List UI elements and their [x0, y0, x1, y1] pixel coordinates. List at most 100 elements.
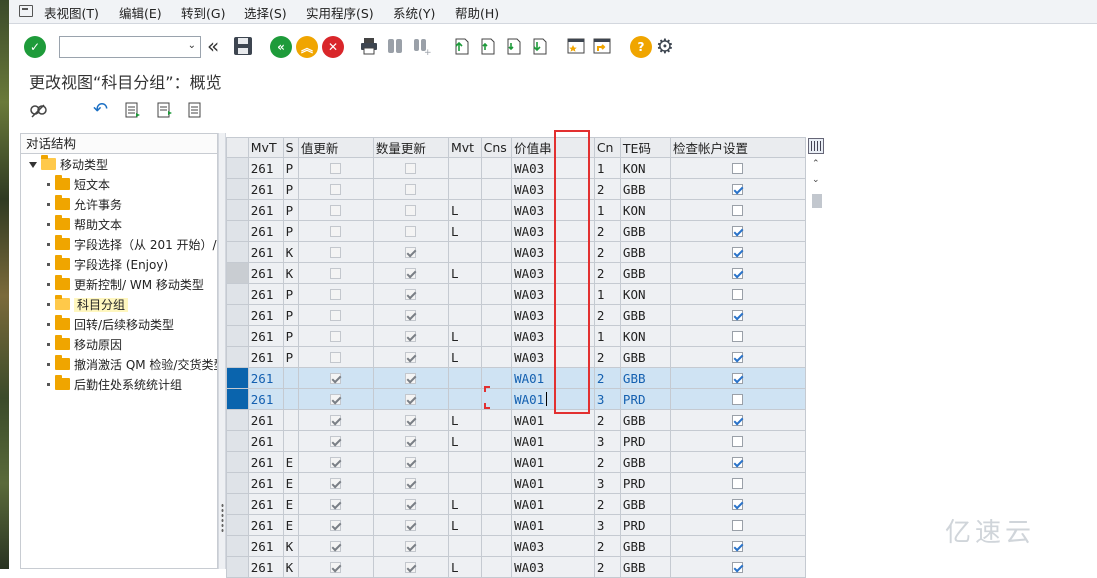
tree-item-reversal-followup[interactable]: 回转/后续移动类型 [47, 315, 174, 335]
row-selector[interactable] [226, 304, 249, 326]
row-selector[interactable] [226, 556, 249, 578]
shortcut-icon[interactable] [592, 36, 614, 58]
row-selector[interactable] [226, 430, 249, 452]
cell-counter[interactable]: 1 [593, 325, 621, 347]
col-header-value-string[interactable]: 价值串 [511, 137, 595, 158]
cell-value-string[interactable]: WA01 [511, 388, 595, 410]
menu-system[interactable]: 系统(Y) [393, 3, 435, 22]
tree-node-movement-types[interactable]: 移动类型 [29, 155, 108, 175]
col-header-counter[interactable]: Cn [593, 137, 621, 158]
cell-value-string[interactable]: WA01 [511, 472, 595, 494]
next-page-icon[interactable] [503, 36, 525, 58]
cell-value-string[interactable]: WA03 [511, 304, 595, 326]
row-selector[interactable] [226, 346, 249, 368]
col-header-value-update[interactable]: 值更新 [297, 137, 374, 158]
cell-value-string[interactable]: WA03 [511, 157, 595, 179]
cell-te-code[interactable]: PRD [619, 472, 671, 494]
cell-te-code[interactable]: PRD [619, 514, 671, 536]
cell-counter[interactable]: 2 [593, 409, 621, 431]
row-selector[interactable] [226, 262, 249, 284]
cell-value-string[interactable]: WA03 [511, 220, 595, 242]
menu-utilities[interactable]: 实用程序(S) [306, 3, 374, 22]
expand-arrow-icon[interactable] [29, 162, 37, 168]
cell-te-code[interactable]: KON [619, 199, 671, 221]
row-selector[interactable] [226, 388, 249, 410]
find-icon[interactable] [385, 36, 407, 58]
cell-counter[interactable]: 3 [593, 388, 621, 410]
menu-help[interactable]: 帮助(H) [455, 3, 499, 22]
cell-counter[interactable]: 2 [593, 220, 621, 242]
cell-counter[interactable]: 2 [593, 367, 621, 389]
cell-value-string[interactable]: WA01 [511, 367, 595, 389]
tree-item-lis-statistics-group[interactable]: 后勤住处系统统计组 [47, 375, 182, 395]
cell-value-string[interactable]: WA01 [511, 514, 595, 536]
table-row[interactable]: 261 P L WA03 2 GBB [226, 220, 807, 242]
table-row[interactable]: 261 WA01 3 PRD [226, 388, 807, 410]
cell-value-string[interactable]: WA03 [511, 241, 595, 263]
row-selector[interactable] [226, 409, 249, 431]
tree-item-short-text[interactable]: 短文本 [47, 175, 110, 195]
cell-value-string[interactable]: WA01 [511, 493, 595, 515]
scroll-thumb[interactable] [812, 194, 822, 208]
row-selector[interactable] [226, 514, 249, 536]
create-session-icon[interactable] [566, 36, 588, 58]
cell-counter[interactable]: 2 [593, 346, 621, 368]
table-row[interactable]: 261 E L WA01 2 GBB [226, 493, 807, 515]
checkbox[interactable] [732, 183, 744, 195]
table-row[interactable]: 261 K WA03 2 GBB [226, 241, 807, 263]
row-selector[interactable] [226, 199, 249, 221]
table-row[interactable]: 261 L WA01 3 PRD [226, 430, 807, 452]
last-page-icon[interactable] [529, 36, 551, 58]
select-all-cell[interactable] [226, 137, 249, 158]
table-row[interactable]: 261 E WA01 3 PRD [226, 472, 807, 494]
cell-te-code[interactable]: GBB [619, 178, 671, 200]
select-block-icon[interactable] [156, 101, 174, 119]
cell-te-code[interactable]: GBB [619, 262, 671, 284]
cell-counter[interactable]: 2 [593, 451, 621, 473]
row-selector[interactable] [226, 241, 249, 263]
row-selector[interactable] [226, 325, 249, 347]
table-row[interactable]: 261 P L WA03 1 KON [226, 199, 807, 221]
cell-value-string[interactable]: WA03 [511, 535, 595, 557]
col-header-mvt[interactable]: MvT [247, 137, 284, 158]
tree-item-update-control-wm[interactable]: 更新控制/ WM 移动类型 [47, 275, 204, 295]
tree-item-reason-for-movement[interactable]: 移动原因 [47, 335, 122, 355]
select-all-icon[interactable] [124, 101, 142, 119]
scroll-down-icon[interactable]: ⌄ [812, 175, 820, 185]
previous-page-icon[interactable] [477, 36, 499, 58]
chevron-down-icon[interactable]: ⌄ [188, 40, 196, 51]
checkbox[interactable] [732, 372, 744, 384]
col-header-qty-update[interactable]: 数量更新 [372, 137, 450, 158]
table-row[interactable]: 261 P WA03 1 KON [226, 283, 807, 305]
row-selector[interactable] [226, 178, 249, 200]
table-row[interactable]: 261 P WA03 1 KON [226, 157, 807, 179]
table-row[interactable]: 261 E L WA01 3 PRD [226, 514, 807, 536]
exit-icon[interactable]: ︽ [296, 36, 318, 58]
table-row[interactable]: 261 K L WA03 2 GBB [226, 556, 807, 578]
cell-value-string[interactable]: WA03 [511, 556, 595, 578]
table-row[interactable]: 261 P WA03 2 GBB [226, 304, 807, 326]
checkbox[interactable] [732, 288, 744, 300]
cell-counter[interactable]: 2 [593, 535, 621, 557]
help-icon[interactable]: ? [630, 36, 652, 58]
cancel-icon[interactable]: ✕ [322, 36, 344, 58]
cell-counter[interactable]: 2 [593, 304, 621, 326]
col-header-te-code[interactable]: TE码 [619, 137, 671, 158]
tree-item-field-selection-enjoy[interactable]: 字段选择 (Enjoy) [47, 255, 168, 275]
checkbox[interactable] [732, 519, 744, 531]
table-row[interactable]: 261 K L WA03 2 GBB [226, 262, 807, 284]
cell-te-code[interactable]: GBB [619, 556, 671, 578]
row-selector[interactable] [226, 283, 249, 305]
row-selector[interactable] [226, 451, 249, 473]
cell-te-code[interactable]: KON [619, 283, 671, 305]
checkbox[interactable] [732, 246, 744, 258]
checkbox[interactable] [732, 267, 744, 279]
checkbox[interactable] [732, 204, 744, 216]
checkbox[interactable] [732, 162, 744, 174]
tree-item-account-grouping[interactable]: 科目分组 [47, 295, 129, 315]
checkbox[interactable] [732, 477, 744, 489]
cell-value-string[interactable]: WA01 [511, 430, 595, 452]
checkbox[interactable] [732, 561, 744, 573]
row-selector[interactable] [226, 493, 249, 515]
checkbox[interactable] [732, 435, 744, 447]
